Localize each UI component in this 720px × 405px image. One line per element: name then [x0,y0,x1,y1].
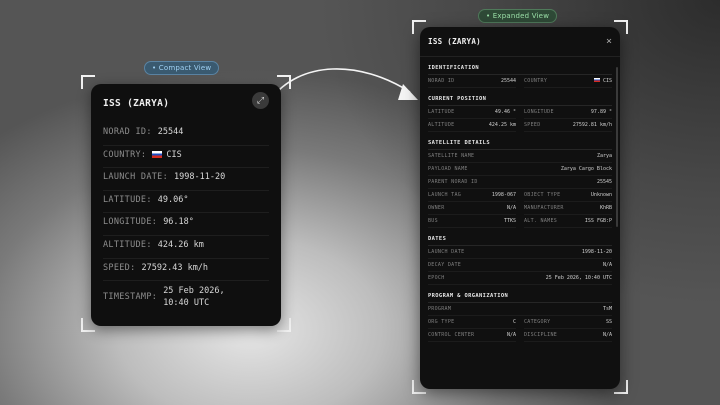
expanded-card-header: ISS (ZARYA) × [420,27,620,57]
altitude-value: 424.26 km [157,239,204,250]
expanded-satellite-card: ISS (ZARYA) × IDENTIFICATION NORAD ID 255… [420,27,620,389]
norad-value: 25544 [157,127,184,137]
latitude-value: 49.46 ° [494,109,516,115]
compact-row-speed: SPEED: 27592.43 km/h [103,259,269,282]
altitude-label: ALTITUDE: [103,239,152,250]
longitude-value: 96.18° [163,217,194,228]
owner-label: OWNER [428,205,445,211]
latitude-label: LATITUDE [428,109,455,115]
control-center-value: N/A [506,332,516,338]
country-label: COUNTRY: [103,149,147,160]
expand-icon[interactable]: ⤢ [252,92,269,109]
russia-flag-icon [152,150,163,158]
program-label: PROGRAM [428,306,452,312]
compact-row-latitude: LATITUDE: 49.06° [103,191,269,214]
norad-id-value: 25544 [500,78,516,84]
bus-label: BUS [428,218,438,224]
category-label: CATEGORY [524,319,551,325]
decay-date-label: DECAY DATE [428,262,462,268]
owner-value: N/A [506,205,516,211]
section-current-position: CURRENT POSITION [428,88,612,106]
category-value: SS [605,319,612,325]
launch-tag-value: 1998-067 [491,192,516,198]
timestamp-label: TIMESTAMP: [103,292,158,303]
launch-tag-label: LAUNCH TAG [428,192,462,198]
satellite-name-value: Zarya [596,153,612,159]
section-dates: DATES [428,228,612,246]
launch-date-value: 1998-11-20 [581,249,612,255]
section-identification: IDENTIFICATION [428,57,612,75]
longitude-label: LONGITUDE [524,109,554,115]
compact-row-longitude: LONGITUDE: 96.18° [103,213,269,236]
compact-corner-top-right [277,75,291,89]
country-value: CIS [166,149,182,160]
compact-satellite-card: ISS (ZARYA) ⤢ NORAD ID: 25544 COUNTRY: C… [91,84,281,326]
timestamp-date: 25 Feb 2026, [163,286,225,297]
compact-row-altitude: ALTITUDE: 424.26 km [103,236,269,259]
compact-row-launch-date: LAUNCH DATE: 1998-11-20 [103,168,269,191]
section-program-organization: PROGRAM & ORGANIZATION [428,285,612,303]
speed-value: 27592.81 km/h [572,122,612,128]
compact-row-timestamp: TIMESTAMP: 25 Feb 2026, 10:40 UTC [103,281,269,315]
control-center-label: CONTROL CENTER [428,332,475,338]
launch-date-label: LAUNCH DATE: [103,172,169,183]
org-type-value: C [512,319,516,325]
altitude-label: ALTITUDE [428,122,455,128]
parent-norad-value: 25545 [596,179,612,185]
timestamp-time: 10:40 UTC [163,298,210,309]
payload-name-value: Zarya Cargo Block [560,166,612,172]
country-value: CIS [602,78,612,84]
russia-flag-icon [593,78,600,82]
bus-value: TTKS [503,218,516,224]
longitude-value: 97.89 ° [590,109,612,115]
epoch-label: EPOCH [428,275,445,281]
payload-name-label: PAYLOAD NAME [428,166,468,172]
norad-label: NORAD ID: [103,127,152,137]
alt-names-label: ALT. NAMES [524,218,558,224]
speed-label: SPEED: [103,262,136,273]
launch-date-value: 1998-11-20 [174,172,226,183]
alt-names-value: ISS FGB:P [584,218,612,224]
country-label: COUNTRY [524,78,548,84]
compact-row-norad: NORAD ID: 25544 [103,123,269,146]
norad-id-label: NORAD ID [428,78,455,84]
compact-view-label: • Compact View [144,61,220,75]
epoch-value: 25 Feb 2026, 10:40 UTC [545,275,612,281]
scrollbar[interactable] [616,67,618,227]
manufacturer-label: MANUFACTURER [524,205,564,211]
manufacturer-value: KhRB [599,205,612,211]
discipline-label: DISCIPLINE [524,332,558,338]
launch-date-label: LAUNCH DATE [428,249,465,255]
altitude-value: 424.25 km [488,122,516,128]
expanded-view-label: • Expanded View [478,9,558,23]
compact-row-country: COUNTRY: CIS [103,146,269,169]
close-icon[interactable]: × [606,36,612,47]
object-type-label: OBJECT TYPE [524,192,561,198]
discipline-value: N/A [602,332,612,338]
satellite-name-label: SATELLITE NAME [428,153,475,159]
speed-label: SPEED [524,122,541,128]
longitude-label: LONGITUDE: [103,217,158,228]
section-satellite-details: SATELLITE DETAILS [428,132,612,150]
decay-date-value: N/A [602,262,612,268]
expanded-card-title: ISS (ZARYA) [428,37,481,46]
parent-norad-label: PARENT NORAD ID [428,179,478,185]
program-value: TsM [602,306,612,312]
compact-card-title: ISS (ZARYA) [103,98,170,109]
speed-value: 27592.43 km/h [141,262,209,273]
latitude-value: 49.06° [157,194,189,205]
org-type-label: ORG TYPE [428,319,455,325]
object-type-value: Unknown [590,192,612,198]
latitude-label: LATITUDE: [103,194,152,205]
